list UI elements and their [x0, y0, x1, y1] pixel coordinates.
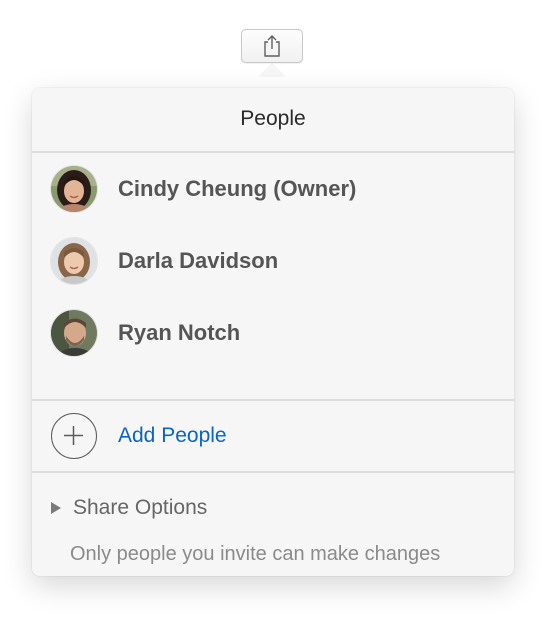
share-options-toggle[interactable]: Share Options [32, 490, 514, 526]
divider-middle [32, 399, 514, 401]
person-row-darla[interactable]: Darla Davidson [32, 226, 514, 298]
divider-top [32, 151, 514, 153]
share-icon [261, 34, 283, 58]
person-row-cindy[interactable]: Cindy Cheung (Owner) [32, 154, 514, 226]
popover-title: People [240, 107, 306, 130]
person-name: Darla Davidson [118, 248, 279, 273]
plus-circle-icon [51, 413, 97, 459]
share-button[interactable] [241, 29, 303, 63]
add-people-button[interactable]: Add People [32, 402, 514, 470]
avatar-cindy [51, 166, 97, 212]
avatar-darla [51, 238, 97, 284]
person-name: Ryan Notch [118, 320, 241, 345]
person-row-ryan[interactable]: Ryan Notch [32, 298, 514, 370]
share-options-description: Only people you invite can make changes [70, 543, 441, 565]
add-people-label: Add People [118, 424, 227, 447]
people-popover: People Cindy Cheung (Owner) Darla Davids… [32, 88, 514, 576]
person-name: Cindy Cheung (Owner) [118, 176, 357, 201]
divider-bottom [32, 471, 514, 473]
share-options-label: Share Options [73, 496, 208, 519]
popover-arrow [259, 64, 285, 77]
disclosure-triangle-icon [51, 502, 61, 514]
avatar-ryan [51, 310, 97, 356]
